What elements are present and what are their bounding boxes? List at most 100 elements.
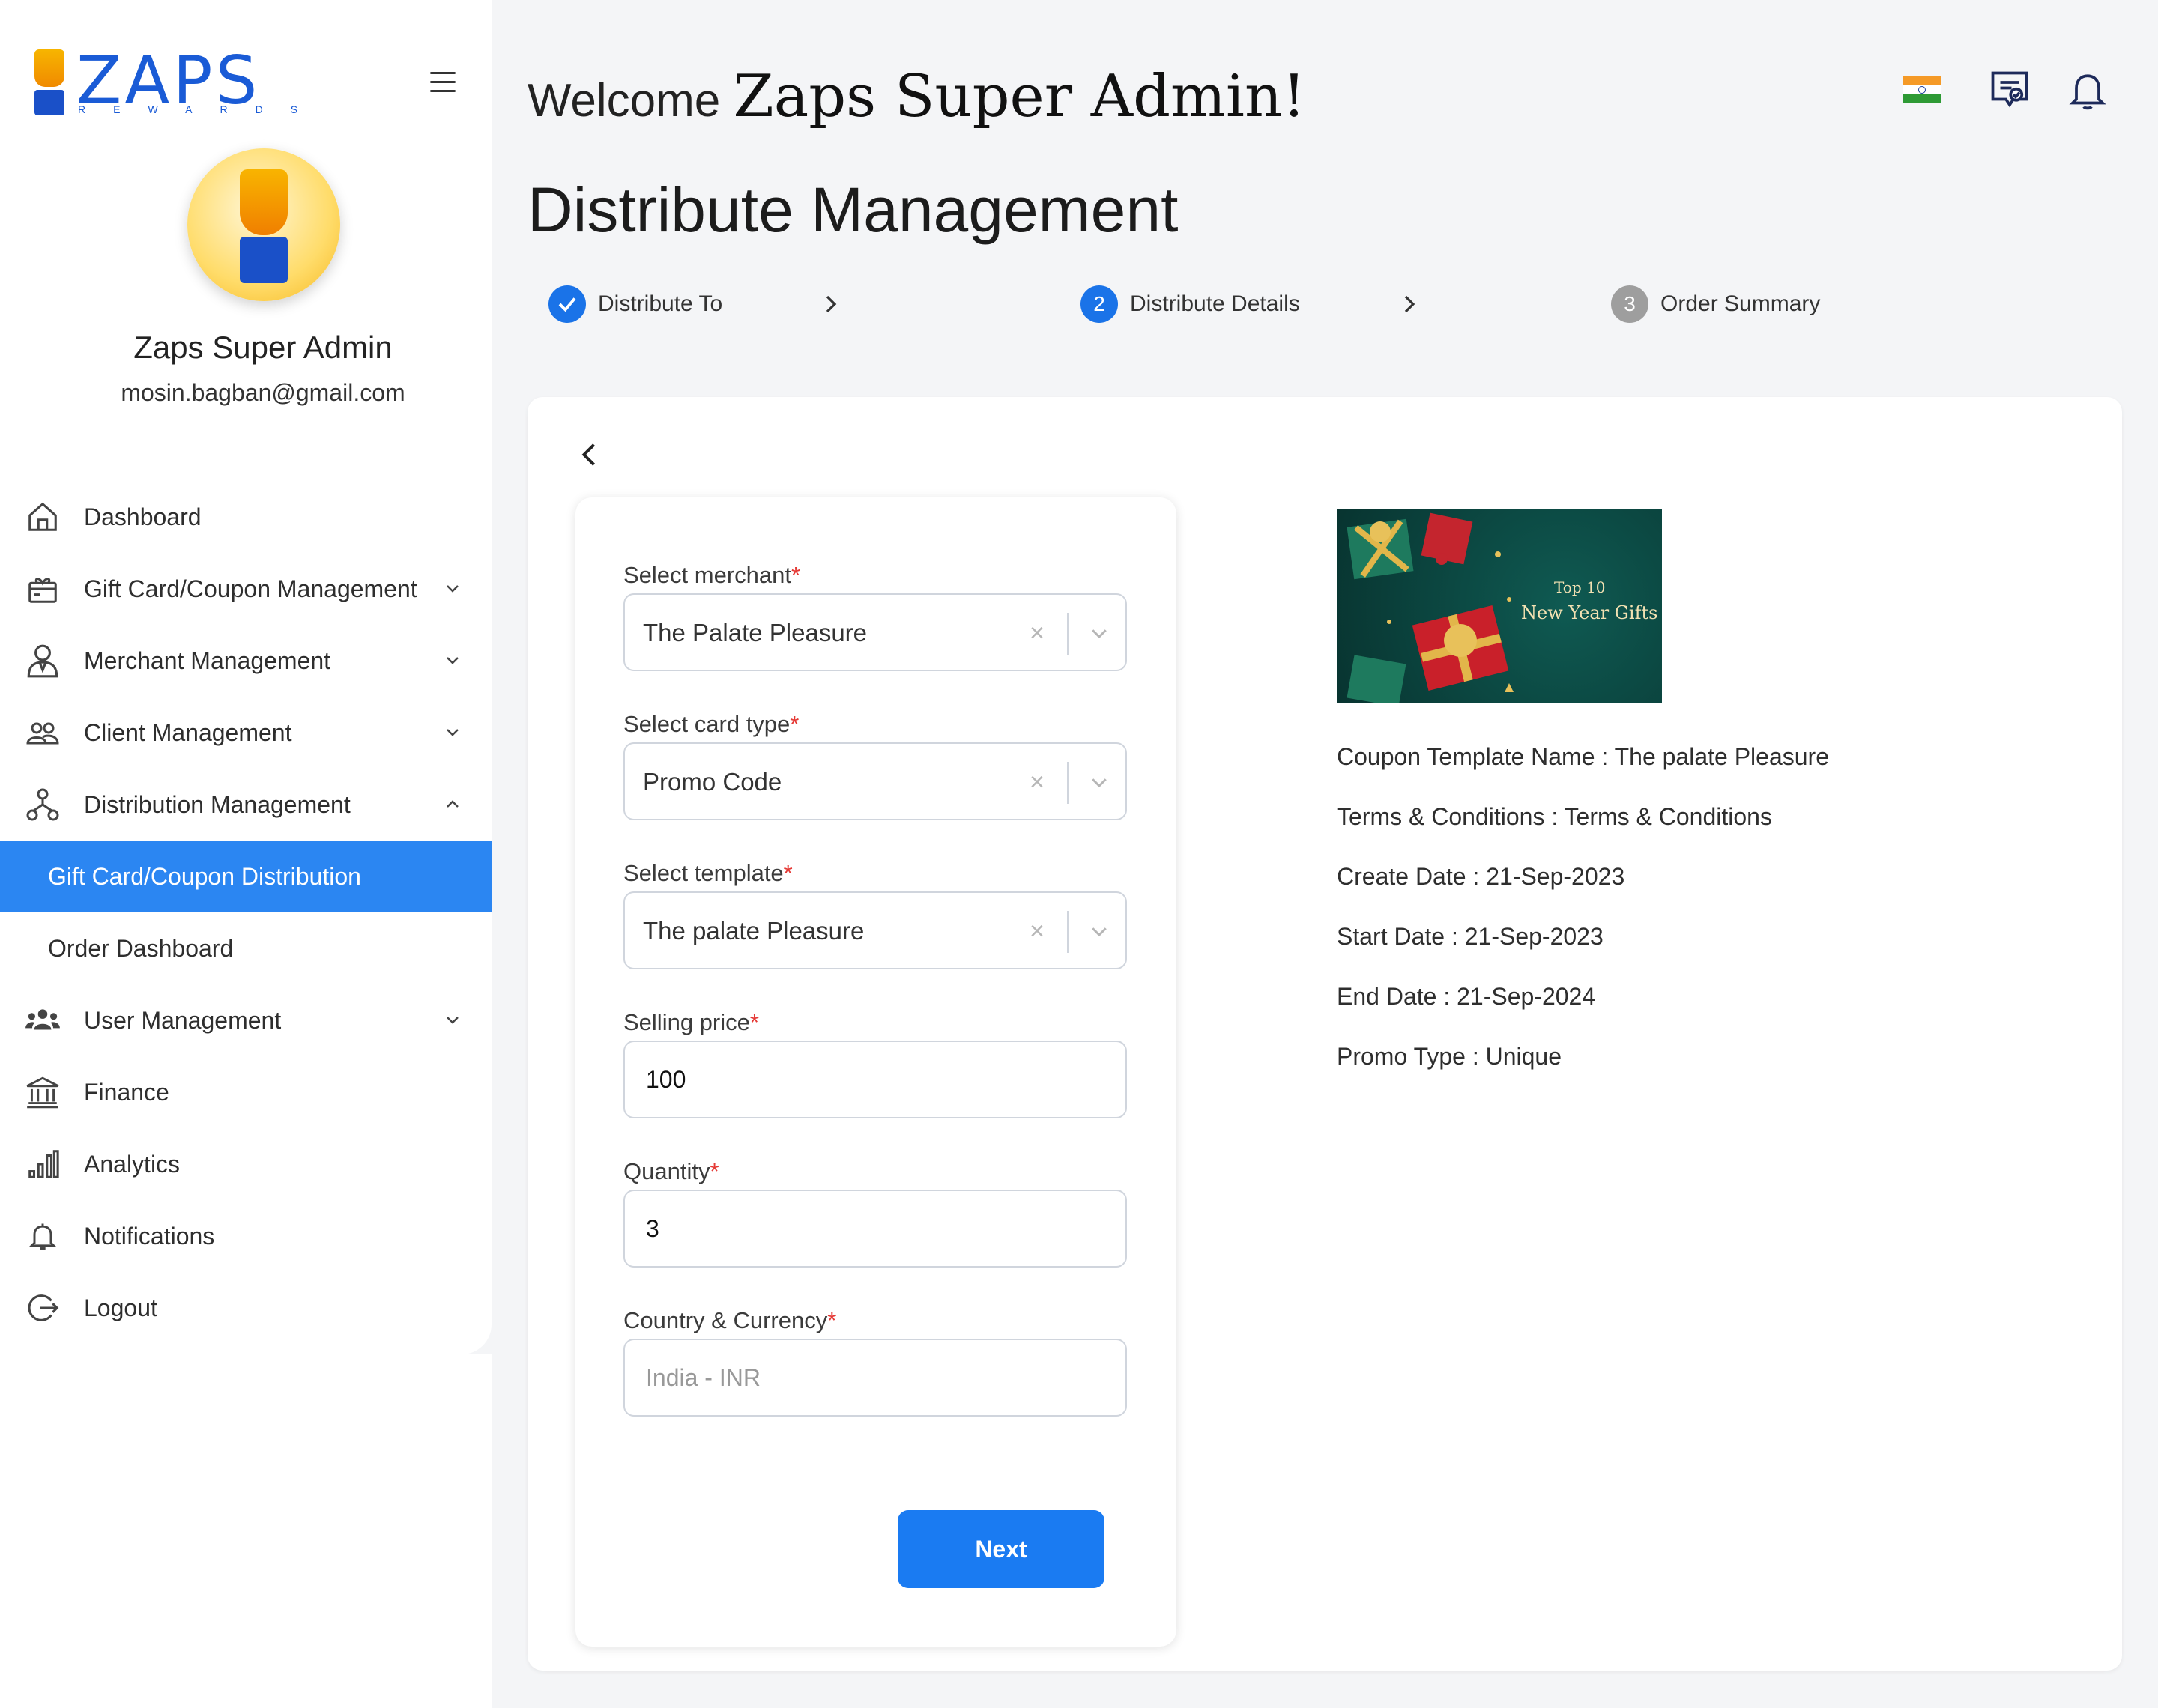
chevron-down-icon[interactable] xyxy=(444,1011,462,1029)
selling-price-value: 100 xyxy=(646,1066,686,1093)
label-text: Selling price xyxy=(623,1009,750,1035)
step-number: 2 xyxy=(1080,285,1118,323)
country-currency-label: Country & Currency* xyxy=(623,1307,836,1334)
sidebar-item-label: Finance xyxy=(84,1078,169,1106)
chevron-down-icon[interactable] xyxy=(444,724,462,742)
sidebar-item-distribution[interactable]: Distribution Management xyxy=(0,769,492,841)
next-button[interactable]: Next xyxy=(898,1510,1104,1588)
home-icon xyxy=(24,498,61,536)
chevron-down-icon[interactable] xyxy=(1088,771,1110,793)
logout-icon xyxy=(24,1289,61,1327)
sidebar-item-logout[interactable]: Logout xyxy=(0,1272,492,1344)
sidebar-lower-area xyxy=(0,1354,492,1708)
users-icon xyxy=(24,1002,61,1039)
required-mark: * xyxy=(827,1307,837,1333)
select-separator xyxy=(1067,911,1069,953)
bell-icon xyxy=(24,1217,61,1255)
sidebar-item-giftcard[interactable]: Gift Card/Coupon Management xyxy=(0,553,492,625)
logo-mark-top xyxy=(34,49,64,87)
welcome-heading: Welcome Zaps Super Admin! xyxy=(528,63,1306,130)
sidebar-item-label: Client Management xyxy=(84,718,292,746)
merchant-select[interactable]: The Palate Pleasure × xyxy=(623,593,1127,671)
required-mark: * xyxy=(749,1009,759,1035)
template-label: Select template* xyxy=(623,860,793,887)
sidebar-item-label: Gift Card/Coupon Distribution xyxy=(48,862,361,890)
bell-icon[interactable] xyxy=(2065,66,2110,114)
label-text: Quantity xyxy=(623,1158,710,1184)
header-actions xyxy=(1896,66,2121,118)
chat-check-icon[interactable] xyxy=(1987,66,2032,114)
terms-line: Terms & Conditions : Terms & Conditions xyxy=(1337,803,1772,830)
required-mark: * xyxy=(710,1158,719,1184)
profile-name: Zaps Super Admin xyxy=(133,330,393,365)
zaps-logo[interactable]: ZAPS REWARDS xyxy=(33,45,297,120)
template-name-line: Coupon Template Name : The palate Pleasu… xyxy=(1337,743,1829,770)
merchant-label: Select merchant* xyxy=(623,562,800,589)
chevron-down-icon[interactable] xyxy=(1088,622,1110,644)
sidebar-subitem-order-dashboard[interactable]: Order Dashboard xyxy=(0,912,492,984)
gift-icon xyxy=(24,570,61,608)
clear-icon[interactable]: × xyxy=(1030,768,1045,797)
sidebar: ZAPS REWARDS Zaps Super Admin mosin.bagb… xyxy=(0,0,492,1354)
step-label: Order Summary xyxy=(1660,291,1821,316)
welcome-name: Zaps Super Admin! xyxy=(733,63,1306,130)
sidebar-item-label: Analytics xyxy=(84,1150,181,1178)
select-separator xyxy=(1067,613,1069,655)
avatar[interactable] xyxy=(187,148,340,301)
card-type-label: Select card type* xyxy=(623,711,799,738)
clear-icon[interactable]: × xyxy=(1030,917,1045,946)
sidebar-item-analytics[interactable]: Analytics xyxy=(0,1128,492,1200)
preview-title-line-2: New Year Gifts xyxy=(1521,602,1658,623)
logo-mark-bottom xyxy=(34,90,64,115)
sidebar-item-label: Logout xyxy=(84,1294,157,1321)
card-type-select-value: Promo Code xyxy=(643,768,782,796)
distribute-details-card: Select merchant* The Palate Pleasure × S… xyxy=(528,397,2122,1671)
profile-email: mosin.bagban@gmail.com xyxy=(121,379,405,406)
required-mark: * xyxy=(783,860,793,886)
distribute-form: Select merchant* The Palate Pleasure × S… xyxy=(575,497,1176,1647)
chevron-down-icon[interactable] xyxy=(444,652,462,670)
sidebar-item-client[interactable]: Client Management xyxy=(0,697,492,769)
sidebar-item-label: Gift Card/Coupon Management xyxy=(84,575,417,602)
sidebar-item-user[interactable]: User Management xyxy=(0,984,492,1056)
sidebar-item-label: Order Dashboard xyxy=(48,934,234,962)
chevron-left-icon[interactable] xyxy=(574,436,604,473)
step-distribute-details[interactable]: 2 Distribute Details xyxy=(1080,285,1300,324)
india-flag-icon[interactable] xyxy=(1903,76,1941,103)
page-title: Distribute Management xyxy=(528,175,1179,245)
step-number: 3 xyxy=(1611,285,1648,323)
required-mark: * xyxy=(790,711,800,737)
step-label: Distribute To xyxy=(598,291,723,316)
country-currency-value: India - INR xyxy=(646,1364,761,1391)
step-order-summary[interactable]: 3 Order Summary xyxy=(1611,285,1820,324)
sidebar-item-merchant[interactable]: Merchant Management xyxy=(0,625,492,697)
distribution-icon xyxy=(24,786,61,823)
sidebar-item-dashboard[interactable]: Dashboard xyxy=(0,481,492,553)
sidebar-item-label: User Management xyxy=(84,1006,282,1034)
chevron-down-icon[interactable] xyxy=(1088,920,1110,942)
sidebar-item-notifications[interactable]: Notifications xyxy=(0,1200,492,1272)
menu-icon[interactable] xyxy=(430,72,456,93)
label-text: Select template xyxy=(623,860,784,886)
card-type-select[interactable]: Promo Code × xyxy=(623,742,1127,820)
merchant-icon xyxy=(24,642,61,679)
template-select-value: The palate Pleasure xyxy=(643,917,865,945)
quantity-input[interactable]: 3 xyxy=(623,1190,1127,1268)
clear-icon[interactable]: × xyxy=(1030,619,1045,648)
chevron-down-icon[interactable] xyxy=(444,580,462,598)
merchant-select-value: The Palate Pleasure xyxy=(643,619,868,646)
quantity-value: 3 xyxy=(646,1215,659,1242)
country-currency-input[interactable]: India - INR xyxy=(623,1339,1127,1417)
sidebar-nav: Dashboard Gift Card/Coupon Management Me… xyxy=(0,481,492,1344)
template-preview-image: Top 10 New Year Gifts xyxy=(1337,509,1662,703)
step-distribute-to[interactable]: Distribute To xyxy=(548,285,722,324)
chevron-up-icon[interactable] xyxy=(444,796,462,814)
selling-price-input[interactable]: 100 xyxy=(623,1041,1127,1118)
sidebar-item-finance[interactable]: Finance xyxy=(0,1056,492,1128)
welcome-text: Welcome xyxy=(528,75,721,127)
sidebar-subitem-giftcard-distribution[interactable]: Gift Card/Coupon Distribution xyxy=(0,841,492,912)
quantity-label: Quantity* xyxy=(623,1158,719,1185)
chevron-right-icon xyxy=(826,295,837,313)
template-select[interactable]: The palate Pleasure × xyxy=(623,891,1127,969)
clients-icon xyxy=(24,714,61,751)
